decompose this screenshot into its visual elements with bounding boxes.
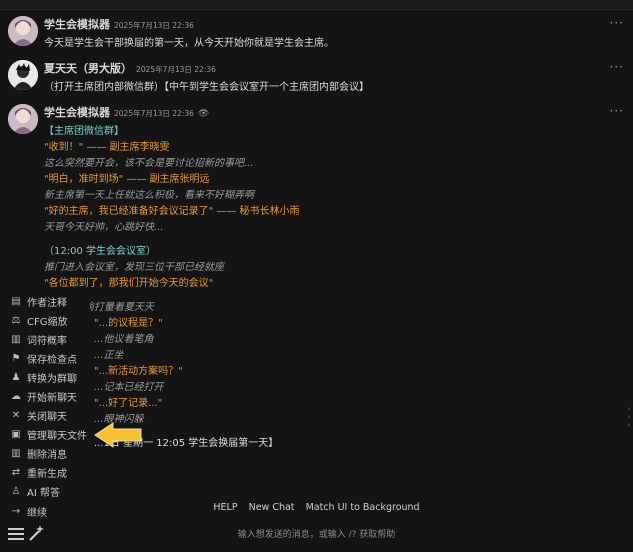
message-timestamp: 2025年7月13日 22:36 bbox=[136, 65, 216, 74]
top-bar bbox=[0, 0, 633, 10]
menu-item-label: 管理聊天文件 bbox=[27, 430, 87, 442]
menu-item-label: 转换为群聊 bbox=[27, 373, 77, 385]
chat-message: 夏天天（男大版） 2025年7月13日 22:36 ··· （打开主席团内部微信群… bbox=[8, 60, 626, 100]
message-line: 推门进入会议室，发现三位干部已经就座 bbox=[44, 262, 224, 273]
bottom-links: HELP New Chat Match UI to Background bbox=[0, 502, 633, 513]
message-menu-icon[interactable]: ··· bbox=[610, 16, 624, 30]
message-author: 学生会模拟器 bbox=[44, 18, 110, 31]
menu-item-label: 重新生成 bbox=[27, 468, 67, 480]
message-line: "明白，准时到场" —— 副主席张明远 bbox=[44, 174, 210, 185]
menu-item-cfg-scale[interactable]: ⚖ CFG缩放 bbox=[10, 311, 94, 329]
message-line: 李晓雯偷偷打量着夏天天 bbox=[44, 302, 154, 313]
menu-item-save-checkpoint[interactable]: ⚑ 保存检查点 bbox=[10, 349, 94, 367]
message-menu-icon[interactable]: ··· bbox=[610, 104, 624, 118]
trash-icon: ▥ bbox=[11, 447, 21, 459]
message-menu-icon[interactable]: ··· bbox=[610, 60, 624, 74]
menu-item-label: 作者注释 bbox=[27, 297, 67, 309]
message-line: （12:00 学生会会议室） bbox=[44, 246, 156, 257]
message-line: 【主席团微信群】 bbox=[44, 126, 124, 137]
probability-icon: ▥ bbox=[11, 333, 21, 345]
message-line: （打开主席团内部微信群）【中午到学生会会议室开一个主席团内部会议】 bbox=[44, 82, 369, 93]
menu-item-author-note[interactable]: ▤ 作者注释 bbox=[10, 292, 94, 310]
message-author: 夏天天（男大版） bbox=[44, 62, 132, 75]
message-line: 天哥今天好帅，心跳好快... bbox=[44, 222, 164, 233]
menu-item-new-chat[interactable]: ☁ 开始新聊天 bbox=[10, 387, 94, 405]
message-line: 新主席第一天上任就这么积极，看来不好糊弄啊 bbox=[44, 190, 254, 201]
message-line: ...正坐 bbox=[94, 350, 124, 361]
avatar[interactable] bbox=[8, 16, 38, 46]
message-line: "收到！" —— 副主席李晓雯 bbox=[44, 142, 170, 153]
message-line: ...记本已经打开 bbox=[94, 382, 164, 393]
menu-item-delete-messages[interactable]: ▥ 删除消息 bbox=[10, 444, 94, 462]
message-line: ...他议着笔角 bbox=[94, 334, 154, 345]
pointer-arrow-icon bbox=[94, 422, 142, 448]
menu-item-convert-group[interactable]: ♟ 转换为群聊 bbox=[10, 368, 94, 386]
menu-item-label: 开始新聊天 bbox=[27, 392, 77, 404]
message-line: 今天是学生会干部换届的第一天，从今天开始你就是学生会主席。 bbox=[44, 38, 334, 49]
menu-item-impersonate[interactable]: ♙ AI 帮答 bbox=[10, 482, 94, 500]
menu-item-regenerate[interactable]: ⇄ 重新生成 bbox=[10, 463, 94, 481]
message-line: "各位都到了，那我们开始今天的会议" bbox=[44, 278, 214, 289]
eye-icon[interactable]: 👁 bbox=[198, 109, 209, 119]
menu-item-label: 删除消息 bbox=[27, 449, 67, 461]
message-body: 今天是学生会干部换届的第一天，从今天开始你就是学生会主席。 bbox=[44, 36, 619, 52]
message-timestamp: 2025年7月13日 22:36 bbox=[114, 21, 194, 30]
message-body: 【主席团微信群】 "收到！" —— 副主席李晓雯 这么突然要开会，该不会是要讨论… bbox=[44, 124, 619, 452]
group-icon: ♟ bbox=[11, 371, 21, 383]
swipe-indicator[interactable]: › › › bbox=[627, 405, 630, 429]
new-chat-link[interactable]: New Chat bbox=[249, 502, 295, 513]
note-icon: ▤ bbox=[11, 295, 21, 307]
close-icon: ✕ bbox=[11, 409, 21, 421]
menu-item-label: AI 帮答 bbox=[27, 487, 60, 499]
input-bar: 输入想发送的消息，或输入 /? 获取帮助 bbox=[0, 522, 633, 552]
message-input[interactable]: 输入想发送的消息，或输入 /? 获取帮助 bbox=[0, 527, 633, 540]
chat-icon: ☁ bbox=[11, 390, 21, 402]
help-link[interactable]: HELP bbox=[213, 502, 237, 513]
chat-message: 学生会模拟器 2025年7月13日 22:36 👁 ··· 【主席团微信群】 "收到… bbox=[8, 104, 626, 449]
message-author: 学生会模拟器 bbox=[44, 106, 110, 119]
message-timestamp: 2025年7月13日 22:36 bbox=[114, 109, 194, 118]
menu-item-label: CFG缩放 bbox=[27, 316, 68, 328]
menu-item-label: 关闭聊天 bbox=[27, 411, 67, 423]
scale-icon: ⚖ bbox=[11, 314, 21, 326]
menu-item-close-chat[interactable]: ✕ 关闭聊天 bbox=[10, 406, 94, 424]
message-line: "...好了记录..." bbox=[94, 398, 163, 409]
message-line: "...新活动方案吗？" bbox=[94, 366, 183, 377]
menu-item-token-probabilities[interactable]: ▥ 词符概率 bbox=[10, 330, 94, 348]
avatar[interactable] bbox=[8, 104, 38, 134]
robot-icon: ♙ bbox=[11, 485, 21, 497]
chat-message: 学生会模拟器 2025年7月13日 22:36 ··· 今天是学生会干部换届的第一… bbox=[8, 16, 626, 56]
avatar[interactable] bbox=[8, 60, 38, 90]
message-body: （打开主席团内部微信群）【中午到学生会会议室开一个主席团内部会议】 bbox=[44, 80, 619, 96]
message-line: "好的主席，我已经准备好会议记录了" —— 秘书长林小雨 bbox=[44, 206, 300, 217]
match-ui-link[interactable]: Match UI to Background bbox=[306, 502, 420, 513]
options-menu: ▤ 作者注释 ⚖ CFG缩放 ▥ 词符概率 ⚑ 保存检查点 ♟ 转换为群聊 ☁ 开始新聊天 … bbox=[4, 290, 90, 502]
flag-icon: ⚑ bbox=[11, 352, 21, 364]
regenerate-icon: ⇄ bbox=[11, 466, 21, 478]
message-line: "...的议程是？" bbox=[94, 318, 163, 329]
menu-item-label: 保存检查点 bbox=[27, 354, 77, 366]
menu-item-label: 词符概率 bbox=[27, 335, 67, 347]
menu-item-manage-chat-files[interactable]: ▣ 管理聊天文件 bbox=[10, 425, 94, 443]
file-icon: ▣ bbox=[11, 428, 21, 440]
message-line: 这么突然要开会，该不会是要讨论招新的事吧... bbox=[44, 158, 254, 169]
